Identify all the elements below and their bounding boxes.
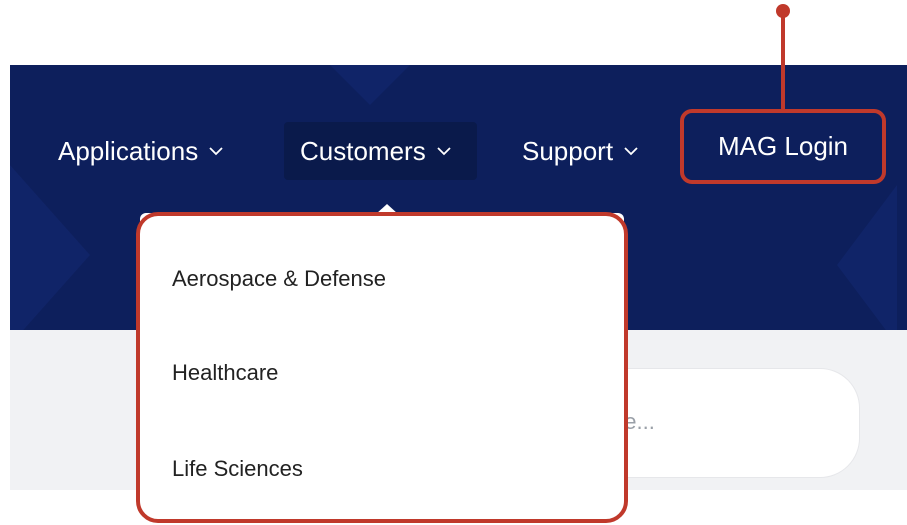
nav-item-label: Support — [522, 135, 614, 166]
annotation-pointer-dot — [776, 4, 790, 18]
customers-dropdown-menu: Aerospace & Defense Healthcare Life Scie… — [136, 212, 628, 523]
nav-item-customers[interactable]: Customers — [284, 122, 477, 180]
decorative-shape — [10, 165, 90, 330]
dropdown-item-life-sciences[interactable]: Life Sciences — [172, 456, 303, 482]
decorative-shape — [330, 65, 410, 105]
annotation-pointer-line — [781, 12, 785, 110]
nav-item-applications[interactable]: Applications — [58, 122, 224, 180]
chevron-down-icon — [436, 143, 452, 159]
nav-item-label: Customers — [300, 135, 426, 166]
nav-item-support[interactable]: Support — [522, 122, 639, 180]
dropdown-item-healthcare[interactable]: Healthcare — [172, 360, 278, 386]
chevron-down-icon — [208, 143, 224, 159]
chevron-down-icon — [623, 143, 639, 159]
dropdown-item-aerospace-defense[interactable]: Aerospace & Defense — [172, 266, 386, 292]
login-label: MAG Login — [717, 131, 849, 161]
mag-login-button[interactable]: MAG Login — [680, 109, 886, 184]
decorative-shape — [837, 185, 897, 330]
nav-item-label: Applications — [58, 135, 199, 166]
top-strip — [0, 0, 907, 65]
